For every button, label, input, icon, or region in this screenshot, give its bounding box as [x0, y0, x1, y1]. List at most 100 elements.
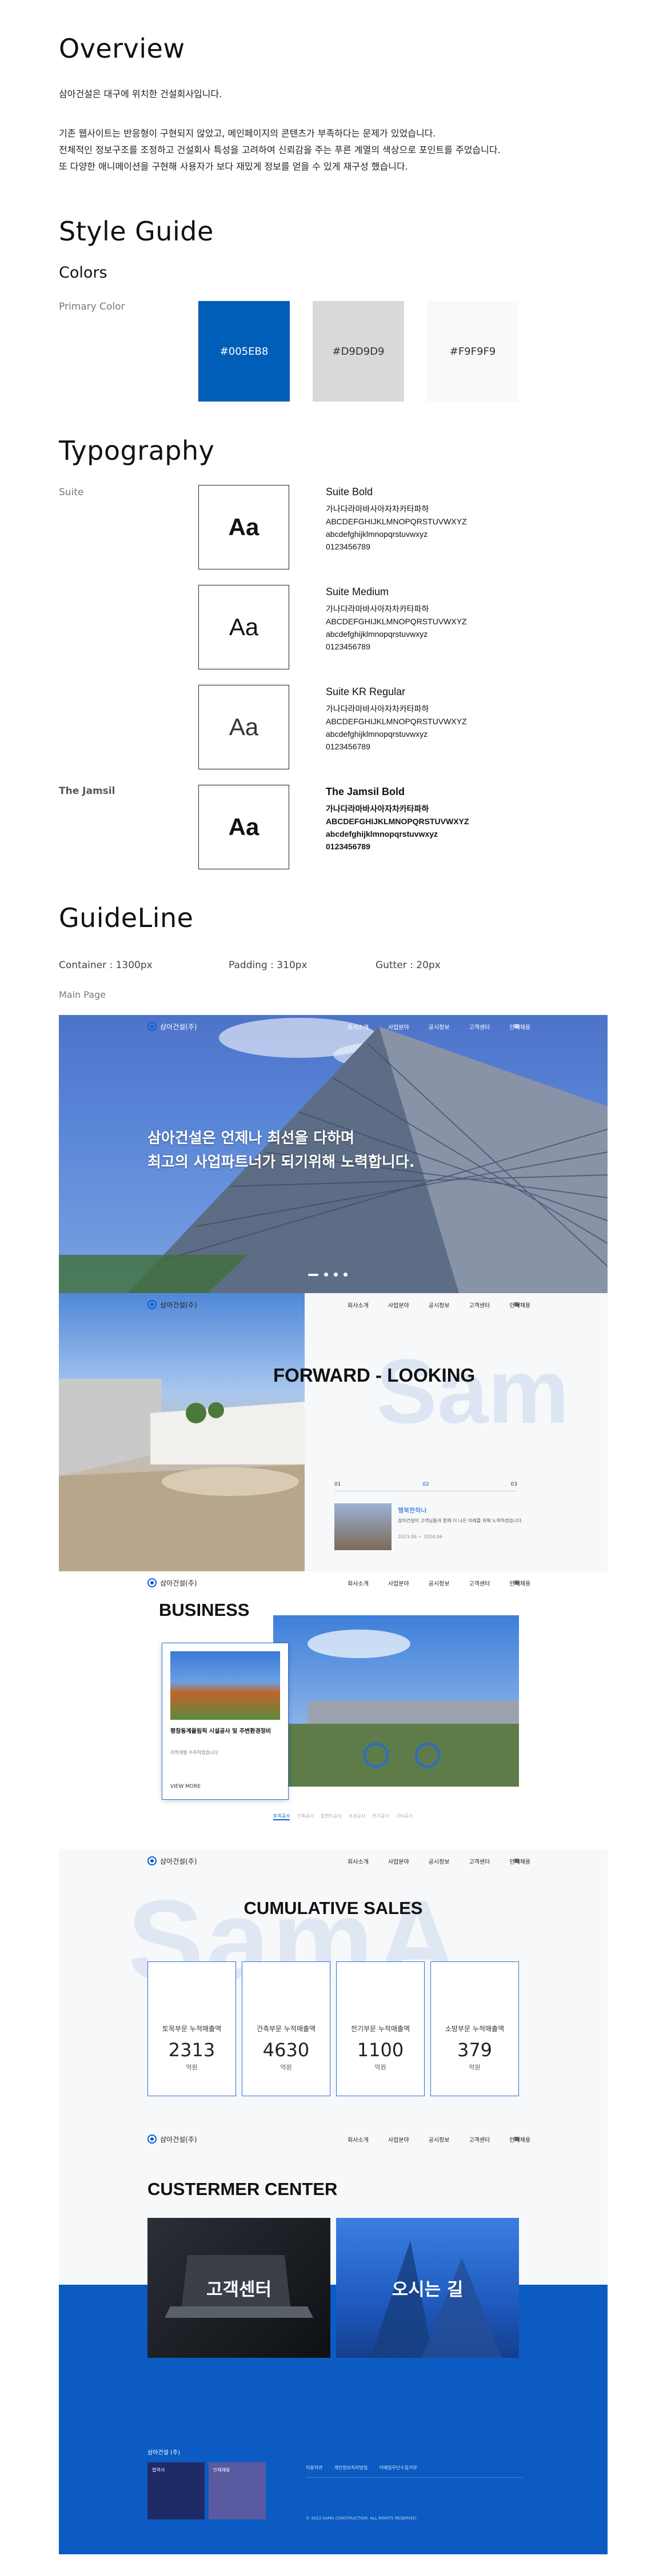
forward-card-date: 2023.06 ~ 2024.06: [398, 1534, 442, 1539]
digits-sample: 0123456789: [326, 842, 370, 851]
sales-nav: 삼아건설(주) 회사소개 사업분야 공시정보 고객센터 인재채용 ≡: [59, 1849, 608, 1872]
footer-careers-box[interactable]: 인재채용: [209, 2462, 266, 2519]
cs-card-directions[interactable]: 오시는 길: [336, 2218, 519, 2358]
hamburger-menu-icon[interactable]: ≡: [513, 2134, 520, 2144]
footer-logo: 삼아건설 (주): [147, 2450, 180, 2456]
overview-paragraph-1: 기존 웹사이트는 반응형이 구현되지 않았고, 메인페이지의 콘텐츠가 부족하다…: [59, 128, 436, 139]
pagination-dot[interactable]: [344, 1273, 348, 1277]
pagination-dot[interactable]: [324, 1273, 328, 1277]
business-tab[interactable]: 전기공사: [372, 1813, 389, 1820]
menu-item-business[interactable]: 사업분야: [388, 1579, 409, 1587]
pagination-dot[interactable]: [334, 1273, 338, 1277]
stat-value: 1100: [357, 2039, 404, 2061]
colors-title: Colors: [59, 264, 107, 282]
menu-item-disclosure[interactable]: 공시정보: [429, 2135, 450, 2144]
typography-title: Typography: [59, 435, 215, 466]
hamburger-menu-icon[interactable]: ≡: [513, 1856, 520, 1865]
site-logo[interactable]: 삼아건설(주): [147, 1300, 197, 1310]
menu-item-company[interactable]: 회사소개: [348, 1579, 369, 1587]
business-card-subtitle: 지역개발 수주하였습니다: [170, 1750, 218, 1755]
menu-item-support[interactable]: 고객센터: [469, 1301, 490, 1309]
forward-card-title[interactable]: 행복한하나: [398, 1506, 427, 1515]
logo-text: 삼아건설(주): [160, 1579, 197, 1587]
menu-item-business[interactable]: 사업분야: [388, 1857, 409, 1865]
guideline-title: GuideLine: [59, 902, 194, 933]
uppercase-sample: ABCDEFGHIJKLMNOPQRSTUVWXYZ: [326, 817, 469, 826]
footer-link-privacy[interactable]: 개인정보처리방침: [334, 2465, 368, 2471]
footer-partner-box[interactable]: 협력사: [147, 2462, 205, 2519]
stat-title: 전기부문 누적매출액: [350, 2025, 410, 2033]
pagination-active[interactable]: [308, 1274, 318, 1276]
stat-unit: 억원: [280, 2064, 292, 2071]
site-logo[interactable]: 삼아건설(주): [147, 1022, 197, 1032]
business-tab[interactable]: 건축공사: [297, 1813, 313, 1820]
cs-card-directions-label: 오시는 길: [392, 2280, 464, 2300]
logo-text: 삼아건설(주): [160, 1857, 197, 1865]
font-name: Suite Bold: [326, 486, 373, 497]
business-card[interactable]: 평창동계올림픽 시설공사 및 주변환경정비 지역개발 수주하였습니다 VIEW …: [162, 1643, 289, 1800]
forward-tab[interactable]: 03: [511, 1482, 517, 1487]
sales-section: 삼아건설(주) 회사소개 사업분야 공시정보 고객센터 인재채용 ≡ SamA …: [59, 1849, 608, 2128]
forward-section: 삼아건설(주) 회사소개 사업분야 공시정보 고객센터 인재채용 ≡ Sam F…: [59, 1293, 608, 1571]
site-logo[interactable]: 삼아건설(주): [147, 1578, 197, 1588]
cs-card-support[interactable]: 고객센터: [147, 2218, 330, 2358]
menu-item-business[interactable]: 사업분야: [388, 1022, 409, 1031]
stat-value: 379: [457, 2039, 493, 2061]
business-tabs: 토목공사 건축공사 플랜트공사 조경공사 전기공사 기타공사: [273, 1813, 413, 1820]
hero-headline-line2: 최고의 사업파트너가 되기위해 노력합니다.: [147, 1154, 415, 1171]
style-guide-title: Style Guide: [59, 216, 214, 247]
padding-spec: Padding : 310px: [229, 960, 307, 971]
view-more-link[interactable]: VIEW MORE: [170, 1784, 201, 1789]
menu-item-company[interactable]: 회사소개: [348, 2135, 369, 2144]
business-tab[interactable]: 플랜트공사: [321, 1813, 342, 1820]
menu-item-support[interactable]: 고객센터: [469, 2135, 490, 2144]
footer-partner-label: 협력사: [152, 2467, 165, 2473]
hamburger-menu-icon[interactable]: ≡: [513, 1022, 520, 1031]
site-logo[interactable]: 삼아건설(주): [147, 2134, 197, 2144]
font-name: Suite Medium: [326, 586, 389, 597]
footer-link-terms[interactable]: 이용약관: [306, 2465, 322, 2471]
menu-item-support[interactable]: 고객센터: [469, 1579, 490, 1587]
menu-item-disclosure[interactable]: 공시정보: [429, 1301, 450, 1309]
cs-title: CUSTERMER CENTER: [147, 2179, 338, 2199]
menu-item-company[interactable]: 회사소개: [348, 1022, 369, 1031]
business-stadium-image: [273, 1615, 519, 1787]
type-spec-jamsil-bold: The Jamsil Bold 가나다라마바사아자차카타파하 ABCDEFGHI…: [326, 785, 469, 853]
digits-sample: 0123456789: [326, 742, 370, 751]
overview-paragraph-2: 전체적인 정보구조를 조정하고 건설회사 특성을 고려하여 신뢰감을 주는 푸른…: [59, 145, 501, 155]
menu-item-disclosure[interactable]: 공시정보: [429, 1022, 450, 1031]
aa-sample-suite-medium: Aa: [198, 585, 289, 669]
color-swatch-gray: #D9D9D9: [313, 301, 404, 402]
swatch-hex: #005EB8: [219, 345, 269, 358]
digits-sample: 0123456789: [326, 642, 370, 651]
forward-tab-active[interactable]: 02: [422, 1482, 429, 1487]
business-tab-active[interactable]: 토목공사: [273, 1813, 290, 1820]
menu-item-business[interactable]: 사업분야: [388, 1301, 409, 1309]
hamburger-menu-icon[interactable]: ≡: [513, 1300, 520, 1309]
type-spec-suite-bold: Suite Bold 가나다라마바사아자차카타파하 ABCDEFGHIJKLMN…: [326, 485, 467, 553]
menu-item-disclosure[interactable]: 공시정보: [429, 1579, 450, 1587]
forward-tab[interactable]: 01: [334, 1482, 341, 1487]
type-spec-suite-regular: Suite KR Regular 가나다라마바사아자차카타파하 ABCDEFGH…: [326, 685, 467, 753]
footer-links: 이용약관 개인정보처리방침 이메일무단수집거부: [306, 2465, 417, 2471]
forward-card-thumbnail[interactable]: [334, 1503, 392, 1550]
hero-section: 삼아건설(주) 회사소개 사업분야 공시정보 고객센터 인재채용 ≡ 삼아건설은…: [59, 1015, 608, 1293]
site-logo[interactable]: 삼아건설(주): [147, 1856, 197, 1866]
forward-bg-text: Sam: [376, 1340, 569, 1442]
menu-item-company[interactable]: 회사소개: [348, 1301, 369, 1309]
hamburger-menu-icon[interactable]: ≡: [513, 1578, 520, 1587]
business-tab[interactable]: 기타공사: [396, 1813, 413, 1820]
footer-link-email[interactable]: 이메일무단수집거부: [379, 2465, 417, 2471]
menu-item-disclosure[interactable]: 공시정보: [429, 1857, 450, 1865]
forward-card-desc: 삼아건설이 고객님들과 함께 더 나은 미래를 위해 노력하겠습니다.: [398, 1518, 524, 1523]
menu-item-support[interactable]: 고객센터: [469, 1022, 490, 1031]
architecture-photo: [59, 1379, 305, 1571]
container-spec: Container : 1300px: [59, 960, 153, 971]
menu-item-company[interactable]: 회사소개: [348, 1857, 369, 1865]
color-swatch-primary: #005EB8: [198, 301, 290, 402]
menu-item-business[interactable]: 사업분야: [388, 2135, 409, 2144]
business-tab[interactable]: 조경공사: [349, 1813, 365, 1820]
customer-center-section: 삼아건설(주) 회사소개 사업분야 공시정보 고객센터 인재채용 ≡ CUSTE…: [59, 2128, 608, 2554]
menu-item-support[interactable]: 고객센터: [469, 1857, 490, 1865]
stat-title: 토목부문 누적매출액: [162, 2025, 222, 2033]
